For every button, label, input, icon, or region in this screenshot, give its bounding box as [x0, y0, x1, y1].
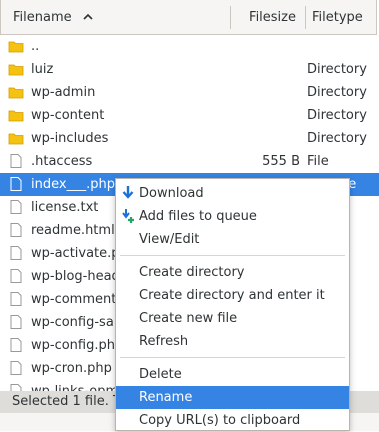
folder-icon	[8, 87, 24, 99]
menu-item-label: Delete	[139, 367, 182, 382]
file-icon	[10, 292, 22, 306]
menu-item-label: Rename	[139, 390, 193, 405]
column-separator[interactable]	[305, 6, 306, 29]
file-name: readme.html	[31, 223, 115, 238]
menu-item-label: Copy URL(s) to clipboard	[139, 413, 301, 428]
file-row[interactable]: luiz Directory	[0, 58, 379, 81]
file-name: luiz	[31, 62, 54, 77]
filesize-column-header[interactable]: Filesize	[249, 0, 296, 35]
context-menu[interactable]: Download Add files to queue View/Edit Creat…	[115, 178, 350, 431]
file-type: File	[307, 154, 329, 169]
file-name: wp-comment	[31, 292, 117, 307]
menu-item[interactable]: Add files to queue	[116, 205, 349, 228]
folder-icon	[8, 41, 24, 53]
file-icon	[10, 200, 22, 214]
file-icon	[10, 246, 22, 260]
file-list-header: Filename Filesize Filetype	[0, 0, 377, 35]
file-name: wp-blog-head	[31, 269, 120, 284]
file-name: index___.php	[31, 177, 115, 192]
menu-item[interactable]: Delete	[116, 363, 349, 386]
file-name: wp-config.php	[31, 338, 124, 353]
column-separator[interactable]	[230, 6, 231, 29]
file-name: wp-activate.p	[31, 246, 120, 261]
sort-ascending-icon[interactable]	[83, 12, 93, 22]
menu-item[interactable]: Copy URL(s) to clipboard	[116, 409, 349, 432]
menu-item-label: Download	[139, 186, 204, 201]
file-name: wp-cron.php	[31, 361, 112, 376]
download-arrow-icon	[122, 186, 134, 199]
file-icon	[10, 177, 22, 191]
file-type: Directory	[307, 62, 367, 77]
menu-item-label: Create directory	[139, 265, 245, 280]
file-name: wp-content	[31, 108, 105, 123]
menu-item[interactable]: View/Edit	[116, 228, 349, 251]
file-icon	[10, 154, 22, 168]
menu-item-label: View/Edit	[139, 232, 200, 247]
file-row[interactable]: .htaccess 555 B File	[0, 150, 379, 173]
file-type: Directory	[307, 85, 367, 100]
file-icon	[10, 223, 22, 237]
menu-item[interactable]: Create new file	[116, 307, 349, 330]
file-name: wp-admin	[31, 85, 96, 100]
file-type: Directory	[307, 108, 367, 123]
menu-item[interactable]: Create directory	[116, 261, 349, 284]
file-name: ..	[31, 39, 40, 54]
menu-item-label: Create directory and enter it	[139, 288, 325, 303]
file-name: wp-config-sa	[31, 315, 114, 330]
file-name: license.txt	[31, 200, 99, 215]
filename-column-header[interactable]: Filename	[13, 0, 72, 35]
file-name: .htaccess	[31, 154, 93, 169]
menu-item-label: Create new file	[139, 311, 238, 326]
folder-icon	[8, 110, 24, 122]
add-to-queue-icon	[122, 209, 134, 223]
file-row[interactable]: ..	[0, 35, 379, 58]
filetype-column-header[interactable]: Filetype	[312, 0, 363, 35]
menu-item[interactable]: Download	[116, 182, 349, 205]
file-type: Directory	[307, 131, 367, 146]
file-row[interactable]: wp-content Directory	[0, 104, 379, 127]
file-icon	[10, 315, 22, 329]
file-row[interactable]: wp-admin Directory	[0, 81, 379, 104]
file-size: 555 B	[262, 154, 300, 169]
file-name: wp-includes	[31, 131, 109, 146]
file-row[interactable]: wp-includes Directory	[0, 127, 379, 150]
menu-separator	[120, 357, 345, 358]
menu-item[interactable]: Create directory and enter it	[116, 284, 349, 307]
menu-item[interactable]: Rename	[116, 386, 349, 409]
menu-item-label: Add files to queue	[139, 209, 257, 224]
file-icon	[10, 338, 22, 352]
file-icon	[10, 269, 22, 283]
menu-separator	[120, 255, 345, 256]
menu-item-label: Refresh	[139, 334, 189, 349]
menu-item[interactable]: Refresh	[116, 330, 349, 353]
folder-icon	[8, 64, 24, 76]
folder-icon	[8, 133, 24, 145]
file-icon	[10, 361, 22, 375]
